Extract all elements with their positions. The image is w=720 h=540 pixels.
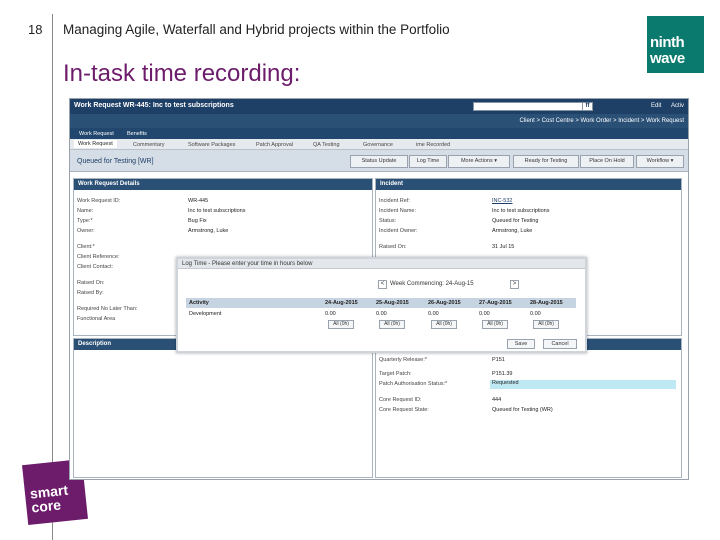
breadcrumb-bar: Client > Cost Centre > Work Order > Inci…: [70, 114, 688, 128]
slide-header: Managing Agile, Waterfall and Hybrid pro…: [63, 22, 450, 37]
edit-link[interactable]: Edit: [651, 103, 661, 109]
field-value: P151: [492, 357, 505, 363]
prev-week-button[interactable]: <: [378, 280, 387, 289]
description-panel: Description: [73, 338, 373, 478]
field-value: 444: [492, 397, 502, 403]
field-label: Raised On:: [379, 244, 407, 250]
field-label: Type:*: [77, 218, 93, 224]
next-week-button[interactable]: >: [510, 280, 519, 289]
status-text: Queued for Testing [WR]: [77, 158, 154, 165]
subtab-governance[interactable]: Governance: [363, 142, 393, 148]
field-label: Core Request ID:: [379, 397, 422, 403]
tab-benefits[interactable]: Benefits: [127, 131, 147, 137]
field-label: Client:*: [77, 244, 95, 250]
slide-number: 18: [28, 22, 43, 37]
slide-title: In-task time recording:: [63, 60, 301, 87]
patch-status-value: Requested: [490, 380, 676, 389]
panel-title: Work Request Details: [74, 179, 372, 190]
field-value: Armstrong, Luke: [188, 228, 229, 234]
field-value: WR-445: [188, 198, 209, 204]
field-label: Raised On:: [77, 280, 105, 286]
subtab-patch-approval[interactable]: Patch Approval: [256, 142, 293, 148]
field-label: Core Request State:: [379, 407, 429, 413]
field-label: Raised By:: [77, 290, 104, 296]
log-time-modal: Log Time - Please enter your time in hou…: [176, 257, 587, 353]
cancel-button[interactable]: Cancel: [543, 339, 577, 349]
tab-work-request[interactable]: Work Request: [79, 131, 114, 137]
field-label: Incident Owner:: [379, 228, 418, 234]
ninthwave-logo: ninth wave: [647, 16, 704, 73]
app-screenshot: Work Request WR-445: Inc to test subscri…: [69, 98, 689, 480]
column-header: 28-Aug-2015: [530, 300, 563, 306]
save-button[interactable]: Save: [507, 339, 535, 349]
field-label: Owner:: [77, 228, 95, 234]
field-label: Required No Later Than:: [77, 306, 138, 312]
hours-input[interactable]: 0.00: [325, 311, 336, 317]
logo-text-line2: wave: [650, 50, 685, 67]
column-header: 25-Aug-2015: [376, 300, 409, 306]
app-title: Work Request WR-445: Inc to test subscri…: [74, 102, 234, 109]
field-value: Inc to test subscriptions: [492, 208, 550, 214]
column-header: 24-Aug-2015: [325, 300, 358, 306]
field-value: Inc to test subscriptions: [188, 208, 246, 214]
more-actions-button[interactable]: More Actions ▾: [448, 155, 510, 168]
app-titlebar: Work Request WR-445: Inc to test subscri…: [70, 99, 688, 114]
place-on-hold-button[interactable]: Place On Hold: [580, 155, 634, 168]
fill-all-button[interactable]: All (0h): [482, 320, 508, 329]
hours-input[interactable]: 0.00: [479, 311, 490, 317]
fill-all-button[interactable]: All (0h): [533, 320, 559, 329]
subtab-work-request[interactable]: Work Request: [74, 140, 117, 148]
subtab-time-recorded[interactable]: ime Recorded: [416, 142, 450, 148]
status-bar: Queued for Testing [WR] Status Update Lo…: [70, 150, 688, 172]
workflow-button[interactable]: Workflow ▾: [636, 155, 684, 168]
fill-all-button[interactable]: All (0h): [431, 320, 457, 329]
ready-for-testing-button[interactable]: Ready for Testing: [513, 155, 579, 168]
field-label: Patch Authorisation Status:*: [379, 381, 448, 387]
hours-input[interactable]: 0.00: [530, 311, 541, 317]
field-value: Queued for Testing: [492, 218, 539, 224]
panel-title: Incident: [376, 179, 681, 190]
field-label: Client Contact:: [77, 264, 114, 270]
column-header: 26-Aug-2015: [428, 300, 461, 306]
field-label: Functional Area: [77, 316, 116, 322]
column-header: 27-Aug-2015: [479, 300, 512, 306]
modal-title: Log Time - Please enter your time in hou…: [178, 259, 585, 269]
activity-cell: Development: [189, 311, 222, 317]
breadcrumb[interactable]: Client > Cost Centre > Work Order > Inci…: [519, 118, 684, 124]
field-value: Armstrong, Luke: [492, 228, 533, 234]
field-value: P151.39: [492, 371, 513, 377]
field-value: 31 Jul 15: [492, 244, 515, 250]
logo-text-line1: ninth: [650, 34, 685, 51]
week-commencing-label: Week Commencing: 24-Aug-15: [390, 281, 474, 287]
field-label: Incident Ref:: [379, 198, 410, 204]
time-grid-header: Activity 24-Aug-2015 25-Aug-2015 26-Aug-…: [186, 298, 576, 308]
incident-ref-link[interactable]: INC-532: [492, 198, 512, 204]
field-label: Quarterly Release:*: [379, 357, 427, 363]
search-button[interactable]: ff: [582, 102, 593, 111]
field-label: Name:: [77, 208, 94, 214]
field-label: Client Reference:: [77, 254, 120, 260]
subtab-qa-testing[interactable]: QA Testing: [313, 142, 340, 148]
column-header: Activity: [189, 300, 209, 306]
field-label: Status:: [379, 218, 397, 224]
field-label: Target Patch:: [379, 371, 412, 377]
fill-all-button[interactable]: All (0h): [328, 320, 354, 329]
active-link[interactable]: Activ: [671, 103, 684, 109]
field-label: Incident Name:: [379, 208, 416, 214]
fill-all-button[interactable]: All (0h): [379, 320, 405, 329]
subtab-software-packages[interactable]: Software Packages: [188, 142, 235, 148]
status-update-button[interactable]: Status Update: [350, 155, 408, 168]
logo-text-line2: core: [30, 496, 62, 516]
hours-input[interactable]: 0.00: [376, 311, 387, 317]
field-value: Bug Fix: [188, 218, 207, 224]
top-tab-bar: [70, 128, 688, 139]
field-label: Work Request ID:: [77, 198, 121, 204]
log-time-button[interactable]: Log Time: [409, 155, 447, 168]
field-value: Queued for Testing (WR): [492, 407, 553, 413]
search-input[interactable]: [473, 102, 583, 111]
hours-input[interactable]: 0.00: [428, 311, 439, 317]
subtab-commentary[interactable]: Commentary: [133, 142, 164, 148]
